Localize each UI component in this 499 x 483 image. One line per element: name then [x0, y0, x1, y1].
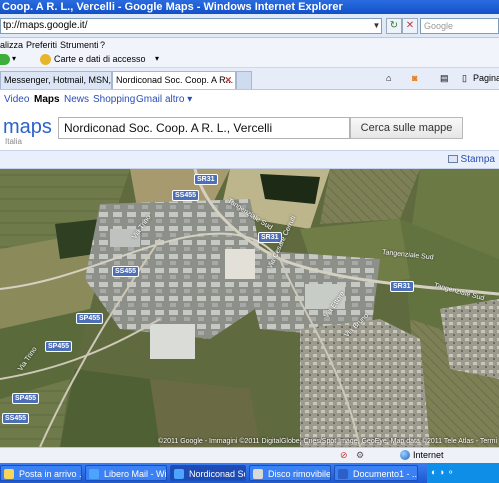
maps-header: maps Italia Nordiconad Soc. Coop. A R. L…: [0, 110, 499, 150]
tab-label: Nordiconad Soc. Coop. A R...: [116, 75, 234, 85]
home-icon[interactable]: ⌂: [386, 73, 391, 83]
printer-icon: [447, 155, 458, 163]
menu-tools[interactable]: Strumenti: [60, 38, 99, 52]
nav-maps[interactable]: Maps: [34, 90, 60, 110]
road-label: SP455: [12, 393, 40, 404]
tab-label: Messenger, Hotmail, MSN, W...: [4, 75, 112, 85]
ie-icon: [89, 469, 99, 479]
taskbar-item-libero-mail[interactable]: Libero Mail - Wi...: [85, 465, 167, 481]
close-tab-icon[interactable]: ✕: [224, 72, 232, 88]
menu-favorites[interactable]: Preferiti: [26, 38, 57, 52]
maps-region: Italia: [5, 137, 22, 146]
warehouse-roof: [150, 324, 195, 359]
satellite-map[interactable]: SR31 SS455 SR31 SS455 SR31 SP455 SP455 S…: [0, 169, 499, 447]
status-bar: ⊘ ⚙ Internet: [0, 447, 499, 463]
window-title-bar: Coop. A R. L., Vercelli - Google Maps - …: [0, 0, 499, 14]
taskbar-item-label: Nordiconad Soc...: [189, 469, 245, 479]
nav-news[interactable]: News: [64, 90, 89, 110]
folder-icon: [253, 469, 263, 479]
lock-icon: [40, 54, 51, 65]
page-menu[interactable]: Pagina: [473, 73, 499, 83]
nav-video[interactable]: Video: [4, 90, 29, 110]
print-link[interactable]: Stampa: [447, 154, 495, 165]
carte-dropdown-icon[interactable]: ▾: [155, 54, 159, 63]
address-dropdown-icon[interactable]: ▼: [371, 19, 382, 33]
zone-label: Internet: [413, 450, 444, 460]
page-icon[interactable]: ▯: [462, 73, 467, 84]
address-toolbar: tp://maps.google.it/ ▼ ↻ ✕ Google: [0, 14, 499, 38]
warehouse-roof: [225, 249, 255, 279]
internet-zone-icon: [400, 450, 410, 460]
nav-gmail[interactable]: Gmail: [136, 90, 162, 110]
live-search-input[interactable]: Google: [420, 18, 499, 34]
mail-icon: [4, 469, 14, 479]
road-label: SS455: [112, 266, 140, 277]
tab-bar: Messenger, Hotmail, MSN, W... Nordiconad…: [0, 68, 499, 90]
word-icon: [338, 469, 348, 479]
map-copyright: ©2011 Google - Immagini ©2011 DigitalGlo…: [158, 438, 497, 445]
menu-view[interactable]: alizza: [0, 38, 23, 52]
field-parcel: [150, 379, 260, 447]
taskbar-item-mail-inbox[interactable]: Posta in arrivo ...: [0, 465, 82, 481]
road-label: SS455: [172, 190, 200, 201]
carte-menu[interactable]: Carte e dati di accesso: [54, 54, 146, 64]
tab-messenger[interactable]: Messenger, Hotmail, MSN, W...: [0, 71, 112, 89]
security-zone[interactable]: Internet: [400, 450, 444, 460]
go-icon[interactable]: [0, 54, 10, 65]
nav-shopping[interactable]: Shopping: [93, 90, 135, 110]
window-title: Coop. A R. L., Vercelli - Google Maps - …: [2, 1, 343, 13]
nav-more[interactable]: altro ▾: [165, 90, 192, 110]
tab-maps[interactable]: Nordiconad Soc. Coop. A R... ✕: [112, 71, 236, 89]
print-label: Stampa: [460, 154, 495, 165]
road-label: SP455: [76, 313, 104, 324]
menu-help[interactable]: ?: [100, 38, 105, 52]
refresh-icon[interactable]: ↻: [386, 18, 402, 34]
menu-bar: alizza Preferiti Strumenti ?: [0, 38, 499, 52]
road-label: SR31: [390, 281, 414, 292]
taskbar-item-nordiconad[interactable]: Nordiconad Soc...: [170, 465, 246, 481]
favorites-bar: ▾ Carte e dati di accesso ▾: [0, 52, 499, 68]
feeds-icon[interactable]: ◙: [412, 73, 417, 83]
print-toolbar-icon[interactable]: ▤: [440, 73, 449, 84]
search-button[interactable]: Cerca sulle mappe: [350, 117, 463, 139]
road-label: SR31: [194, 174, 218, 185]
popup-blocked-icon[interactable]: ⊘: [340, 450, 348, 461]
road-label: SS455: [2, 413, 30, 424]
taskbar-item-label: Disco rimovibile ...: [268, 469, 331, 479]
taskbar-item-document[interactable]: Documento1 - ...: [334, 465, 418, 481]
taskbar-item-label: Posta in arrivo ...: [19, 469, 82, 479]
taskbar-item-removable-disk[interactable]: Disco rimovibile ...: [249, 465, 331, 481]
maps-logo[interactable]: maps: [3, 116, 52, 139]
road-label: SP455: [45, 341, 73, 352]
taskbar-item-label: Libero Mail - Wi...: [104, 469, 167, 479]
tray-icons[interactable]: ◐ ◑ ⚬: [431, 467, 454, 478]
address-field[interactable]: tp://maps.google.it/: [0, 18, 382, 34]
taskbar-item-label: Documento1 - ...: [353, 469, 418, 479]
new-tab-button[interactable]: [236, 71, 252, 89]
stop-icon[interactable]: ✕: [402, 18, 418, 34]
ie-icon: [174, 469, 184, 479]
go-dropdown-icon[interactable]: ▾: [12, 54, 16, 63]
search-input[interactable]: Nordiconad Soc. Coop. A R. L., Vercelli: [58, 117, 350, 139]
google-nav: Video Maps News Shopping Gmail altro ▾: [0, 90, 499, 110]
field-parcel: [60, 369, 160, 447]
protected-mode-icon: ⚙: [356, 450, 365, 460]
map-action-bar: Stampa: [0, 150, 499, 169]
windows-taskbar: Posta in arrivo ... Libero Mail - Wi... …: [0, 463, 499, 483]
system-tray: ◐ ◑ ⚬: [427, 463, 499, 483]
